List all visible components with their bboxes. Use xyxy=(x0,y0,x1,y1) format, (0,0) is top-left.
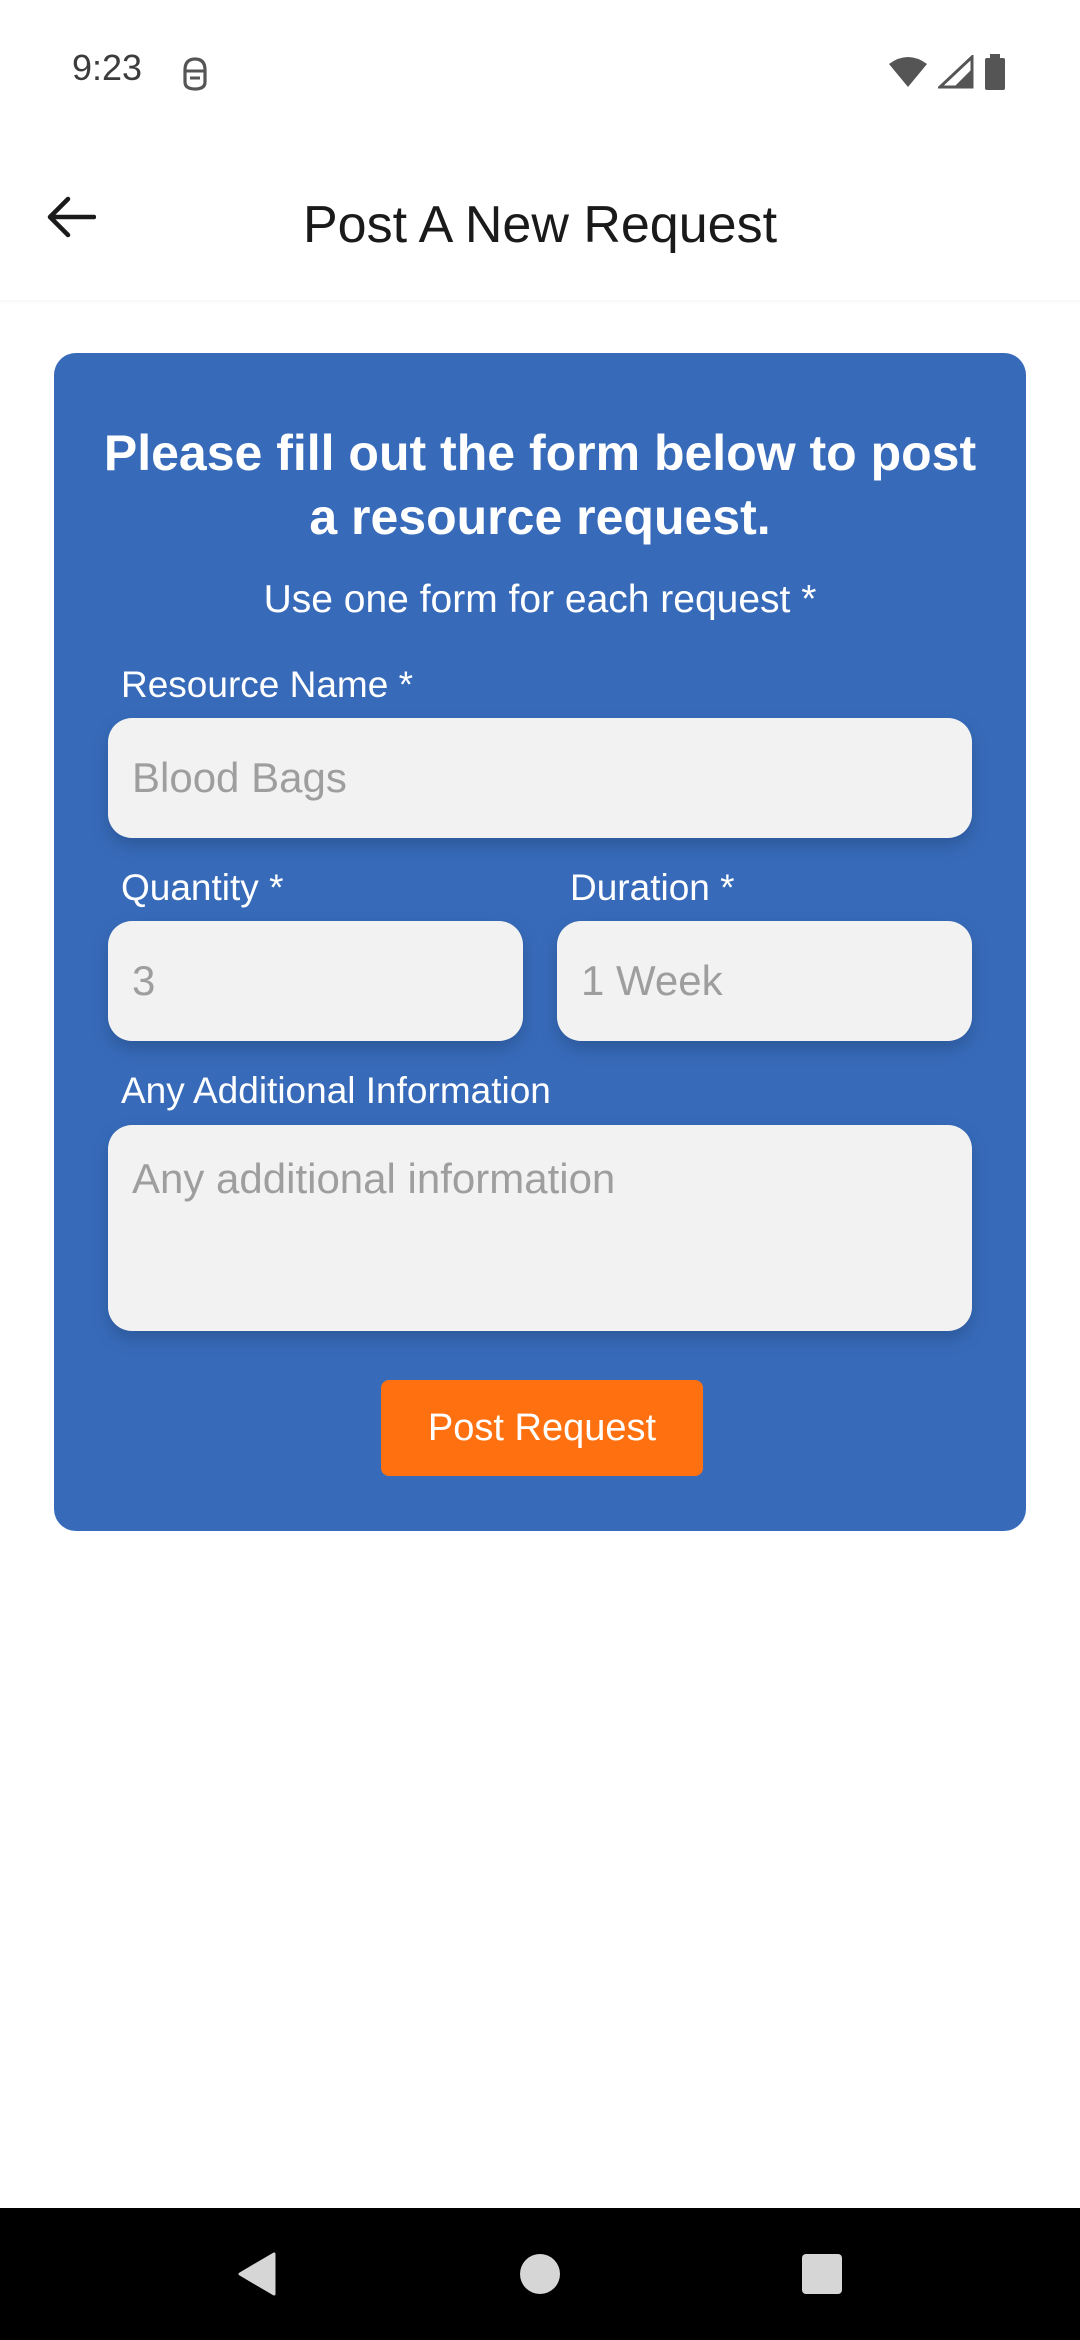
post-request-button[interactable]: Post Request xyxy=(381,1380,703,1476)
resource-name-input[interactable]: Blood Bags xyxy=(108,718,972,838)
status-bar: 9:23 xyxy=(0,0,1080,150)
request-form-card: Please fill out the form below to post a… xyxy=(54,353,1026,1531)
page-title: Post A New Request xyxy=(302,196,778,254)
form-subheading: Use one form for each request * xyxy=(263,578,817,621)
system-nav-bar xyxy=(0,2208,1080,2340)
nav-home-icon xyxy=(518,2252,562,2301)
quantity-label: Quantity * xyxy=(121,867,284,908)
status-time: 9:23 xyxy=(72,47,143,88)
wifi-icon xyxy=(888,56,928,93)
resource-name-placeholder: Blood Bags xyxy=(132,754,347,801)
additional-info-placeholder: Any additional information xyxy=(132,1155,616,1202)
duration-label: Duration * xyxy=(570,867,735,908)
duration-placeholder: 1 Week xyxy=(581,957,723,1004)
quantity-placeholder: 3 xyxy=(132,957,156,1004)
battery-icon xyxy=(984,53,1006,95)
additional-info-label: Any Additional Information xyxy=(121,1070,551,1111)
nav-home-button[interactable] xyxy=(512,2248,568,2304)
additional-info-textarea[interactable]: Any additional information xyxy=(108,1125,972,1331)
resource-name-label: Resource Name * xyxy=(121,664,414,705)
nav-recents-button[interactable] xyxy=(794,2248,850,2304)
nav-back-button[interactable] xyxy=(228,2248,284,2304)
nav-recents-icon xyxy=(800,2252,844,2301)
duration-input[interactable]: 1 Week xyxy=(557,921,972,1041)
quantity-input[interactable]: 3 xyxy=(108,921,523,1041)
nav-back-icon xyxy=(234,2250,278,2303)
status-icons xyxy=(888,53,1006,95)
app-bar: Post A New Request xyxy=(0,150,1080,300)
app-notification-icon xyxy=(180,56,210,92)
form-heading: Please fill out the form below to post a… xyxy=(103,425,977,545)
signal-icon xyxy=(936,53,974,94)
